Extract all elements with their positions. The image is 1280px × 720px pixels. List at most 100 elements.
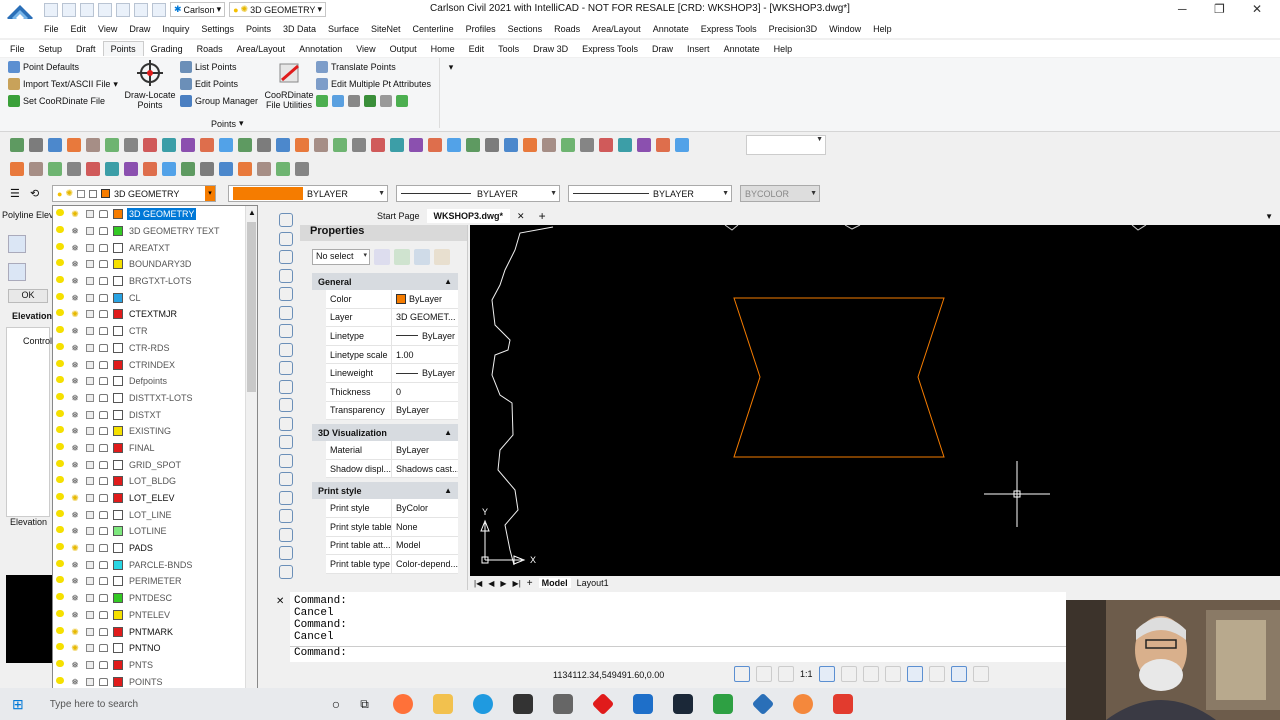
list-points-button[interactable]: List Points [180,61,237,73]
lock-icon[interactable] [99,644,108,653]
toolbar-button-icon[interactable] [485,138,499,152]
freeze-icon[interactable]: ❅ [70,510,80,520]
toolbar-button-icon[interactable] [181,138,195,152]
bulb-icon[interactable] [56,276,64,286]
tab-home[interactable]: Home [424,42,462,56]
select-objects-icon[interactable] [394,249,410,265]
layer-item[interactable]: ❅ EXISTING [53,423,257,440]
bulb-icon[interactable] [56,593,64,603]
taskbar-search[interactable]: Type here to search [50,699,290,710]
print-icon[interactable] [86,293,94,302]
tab-insert[interactable]: Insert [680,42,717,56]
toolbar-button-icon[interactable] [542,138,556,152]
layer-item[interactable]: ❅ PNTDESC [53,590,257,607]
toolbar-button-icon[interactable] [67,162,81,176]
freeze-icon[interactable]: ❅ [70,576,80,586]
freeze-icon[interactable]: ❅ [70,293,80,303]
tab-file[interactable]: File [3,42,32,56]
lock-icon[interactable] [99,260,108,269]
bulb-icon[interactable] [56,442,64,453]
toolbar-button-icon[interactable] [352,138,366,152]
layer-item[interactable]: ✺ 3D GEOMETRY [53,206,257,223]
toolbar-button-icon[interactable] [162,138,176,152]
toolbar-button-icon[interactable] [181,162,195,176]
layer-dropdown-list[interactable]: ✺ 3D GEOMETRY ❅ 3D GEOMETRY TEXT ❅ AREATXT ❅ BO… [52,205,258,707]
property-row[interactable]: Layer 3D GEOMET... [326,308,458,328]
collapse-icon[interactable]: ▲ [444,486,452,495]
toolbar-button-icon[interactable] [219,138,233,152]
toolbar-button-icon[interactable] [219,162,233,176]
layer-item[interactable]: ❅ CTRINDEX [53,356,257,373]
toolbar-button-icon[interactable] [466,138,480,152]
lock-icon[interactable] [99,477,108,486]
toolbar-button-icon[interactable] [276,138,290,152]
constraint-icon[interactable] [756,666,772,682]
toolbar-button-icon[interactable] [656,138,670,152]
draw-tool-icon[interactable] [279,268,293,283]
layer-item[interactable]: ❅ PNTELEV [53,607,257,624]
freeze-icon[interactable]: ❅ [70,560,80,570]
workspace-dropdown[interactable]: ✱ Carlson ▾ [170,2,226,17]
lineweight-dropdown[interactable]: BYLAYER ▼ [568,185,732,202]
layer-item[interactable]: ❅ LOT_BLDG [53,473,257,490]
import-text-button[interactable]: Import Text/ASCII File ▾ [8,78,118,90]
chevron-down-icon[interactable]: ▼ [1258,210,1280,223]
ortho-icon[interactable] [906,666,923,682]
toolbar-button-icon[interactable] [67,138,81,152]
print-icon[interactable] [86,443,94,452]
plotstyle-dropdown[interactable]: BYCOLOR ▼ [740,185,820,202]
tab-draft[interactable]: Draft [69,42,103,56]
scale-point-icon[interactable] [364,95,376,107]
app-red-icon[interactable] [591,692,615,716]
lock-icon[interactable] [99,327,108,336]
lock-icon[interactable] [99,627,108,636]
draw-tool-icon[interactable] [279,379,293,394]
mail-icon[interactable] [632,694,653,714]
layer-item[interactable]: ❅ DISTTXT-LOTS [53,390,257,407]
toolbar-button-icon[interactable] [675,138,689,152]
otrack-icon[interactable] [972,666,989,682]
toolbar-button-icon[interactable] [200,138,214,152]
freeze-icon[interactable]: ❅ [70,610,80,620]
lock-icon[interactable] [99,577,108,586]
layer-previous-icon[interactable]: ⟲ [30,187,39,200]
store-icon[interactable] [552,694,573,714]
open-icon[interactable] [62,2,76,17]
menu-3d-data[interactable]: 3D Data [277,24,322,34]
layer-item[interactable]: ❅ BRGTXT-LOTS [53,273,257,290]
layer-item[interactable]: ❅ PARCLE-BNDS [53,556,257,573]
polar-icon[interactable] [928,666,945,682]
osnap-icon[interactable] [950,666,967,682]
print-icon[interactable] [86,343,94,352]
pick-icon[interactable] [8,263,26,281]
print-icon[interactable] [86,510,94,519]
command-input[interactable]: Command: [290,646,1066,660]
toolbar-button-icon[interactable] [637,138,651,152]
tab-view[interactable]: View [349,42,382,56]
print-icon[interactable] [86,243,94,252]
lock-icon[interactable] [99,527,108,536]
toolbar-button-icon[interactable] [48,138,62,152]
print-icon[interactable] [86,327,94,336]
edge-icon[interactable] [472,694,493,714]
start-page-tab[interactable]: Start Page [370,209,427,223]
collapse-icon[interactable]: ▲ [444,277,452,286]
undo-icon[interactable] [134,2,148,17]
toolbar-button-icon[interactable] [124,162,138,176]
toolbar-button-icon[interactable] [333,138,347,152]
scrollbar-thumb[interactable] [247,222,256,392]
freeze-icon[interactable]: ❅ [70,376,80,386]
freeze-icon[interactable]: ❅ [70,243,80,253]
freeze-icon[interactable]: ❅ [70,259,80,269]
menu-express-tools[interactable]: Express Tools [695,24,763,34]
layer-item[interactable]: ❅ DISTXT [53,406,257,423]
toolbar-button-icon[interactable] [447,138,461,152]
menu-centerline[interactable]: Centerline [407,24,460,34]
menu-annotate[interactable]: Annotate [647,24,695,34]
last-tab-icon[interactable]: ▶| [513,579,521,588]
layer-item[interactable]: ❅ FINAL [53,440,257,457]
layer-item[interactable]: ✺ CTEXTMJR [53,306,257,323]
layer-item[interactable]: ❅ CTR-RDS [53,340,257,357]
draw-tool-icon[interactable] [279,250,293,264]
print-icon[interactable] [86,594,94,603]
